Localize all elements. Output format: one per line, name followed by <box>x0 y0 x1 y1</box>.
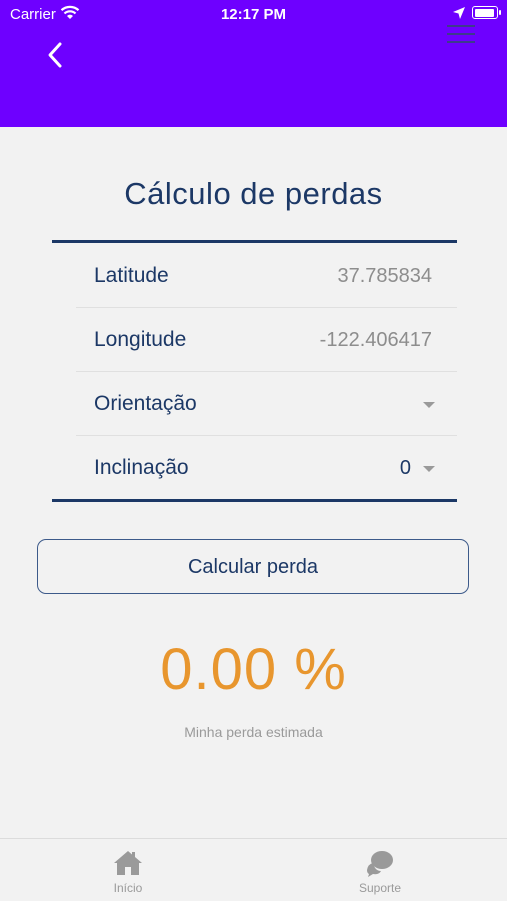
menu-line <box>447 25 475 27</box>
tab-bar: Início Suporte <box>0 838 507 901</box>
inclination-label: Inclinação <box>94 456 189 479</box>
menu-line <box>447 41 475 43</box>
latitude-value[interactable]: 37.785834 <box>337 265 432 288</box>
battery-tip <box>499 10 501 15</box>
dropdown-caret-icon <box>423 466 435 472</box>
dropdown-caret-icon <box>423 402 435 408</box>
latitude-label: Latitude <box>94 264 169 287</box>
estimated-loss-value: 0.00 % <box>160 637 347 702</box>
status-bar: Carrier 12:17 PM <box>0 0 507 28</box>
estimated-loss-caption: Minha perda estimada <box>184 724 323 740</box>
tab-home-label: Início <box>113 881 143 895</box>
inclination-value: 0 <box>399 457 411 479</box>
latitude-row[interactable]: Latitude 37.785834 <box>76 244 457 308</box>
longitude-row[interactable]: Longitude -122.406417 <box>76 308 457 372</box>
location-arrow-icon <box>453 7 465 19</box>
longitude-value[interactable]: -122.406417 <box>320 329 432 352</box>
tab-support-label: Suporte <box>358 881 402 895</box>
page-title: Cálculo de perdas <box>124 176 383 211</box>
home-icon <box>114 851 142 875</box>
divider-bottom <box>52 499 457 502</box>
divider-top <box>52 240 457 243</box>
tab-support[interactable]: Suporte <box>320 839 440 901</box>
chevron-left-icon <box>48 42 62 68</box>
menu-button[interactable] <box>444 22 478 46</box>
back-button[interactable] <box>36 36 76 76</box>
battery-icon <box>472 6 498 19</box>
orientation-select[interactable]: Orientação <box>76 372 457 436</box>
orientation-label: Orientação <box>94 392 197 415</box>
tab-home[interactable]: Início <box>68 839 188 901</box>
status-time: 12:17 PM <box>220 6 287 23</box>
menu-line <box>447 33 475 35</box>
calculate-loss-button[interactable]: Calcular perda <box>37 539 469 594</box>
inclination-select[interactable]: Inclinação 0 <box>76 436 457 500</box>
chat-icon <box>367 851 393 877</box>
app-header: Carrier 12:17 PM <box>0 0 507 127</box>
longitude-label: Longitude <box>94 328 187 351</box>
